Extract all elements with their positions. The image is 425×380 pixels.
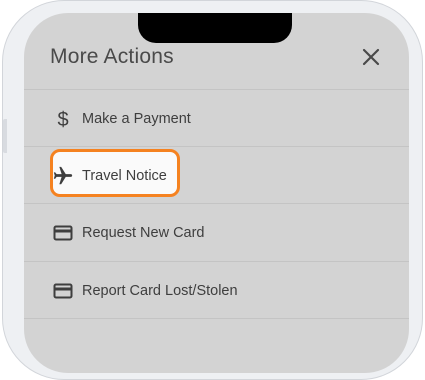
divider	[24, 318, 409, 319]
action-report-card-lost[interactable]: Report Card Lost/Stolen	[24, 263, 409, 319]
credit-card-icon	[53, 283, 73, 299]
divider	[24, 146, 409, 147]
divider	[24, 203, 409, 204]
action-request-new-card[interactable]: Request New Card	[24, 205, 409, 261]
action-make-payment[interactable]: $ Make a Payment	[24, 91, 409, 147]
credit-card-icon	[53, 225, 73, 241]
close-icon[interactable]	[360, 46, 382, 68]
action-label: Report Card Lost/Stolen	[82, 283, 238, 299]
page-title: More Actions	[50, 45, 174, 68]
action-label: Make a Payment	[82, 111, 191, 127]
phone-notch	[138, 13, 292, 43]
phone-screen: More Actions $ Make a Payment Travel Not…	[24, 13, 409, 373]
action-travel-notice[interactable]: Travel Notice	[24, 148, 409, 204]
phone-side-button	[3, 119, 7, 153]
divider	[24, 89, 409, 90]
action-label: Request New Card	[82, 225, 205, 241]
airplane-icon	[53, 166, 73, 185]
svg-text:$: $	[57, 109, 68, 129]
action-label: Travel Notice	[82, 168, 167, 184]
dollar-icon: $	[57, 109, 68, 129]
divider	[24, 261, 409, 262]
phone-frame: More Actions $ Make a Payment Travel Not…	[2, 0, 423, 380]
